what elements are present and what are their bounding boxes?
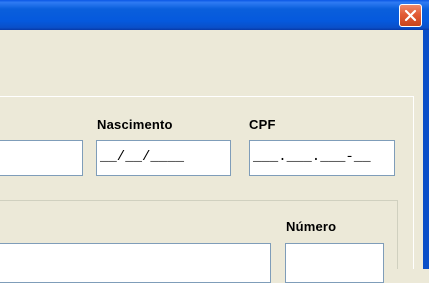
cpf-field[interactable]: ___.___.___-__: [249, 140, 395, 176]
close-icon: [404, 9, 417, 22]
close-button[interactable]: [399, 4, 422, 27]
address-field[interactable]: [0, 243, 271, 283]
cpf-label: CPF: [249, 117, 276, 132]
name-field[interactable]: [0, 140, 83, 176]
title-bar[interactable]: [0, 0, 429, 30]
nascimento-label: Nascimento: [97, 117, 173, 132]
nascimento-field[interactable]: __/__/____: [96, 140, 231, 176]
form-panel-edge: [413, 96, 414, 269]
window-frame-right: [423, 30, 429, 269]
numero-field[interactable]: [285, 243, 384, 283]
numero-label: Número: [286, 219, 337, 234]
